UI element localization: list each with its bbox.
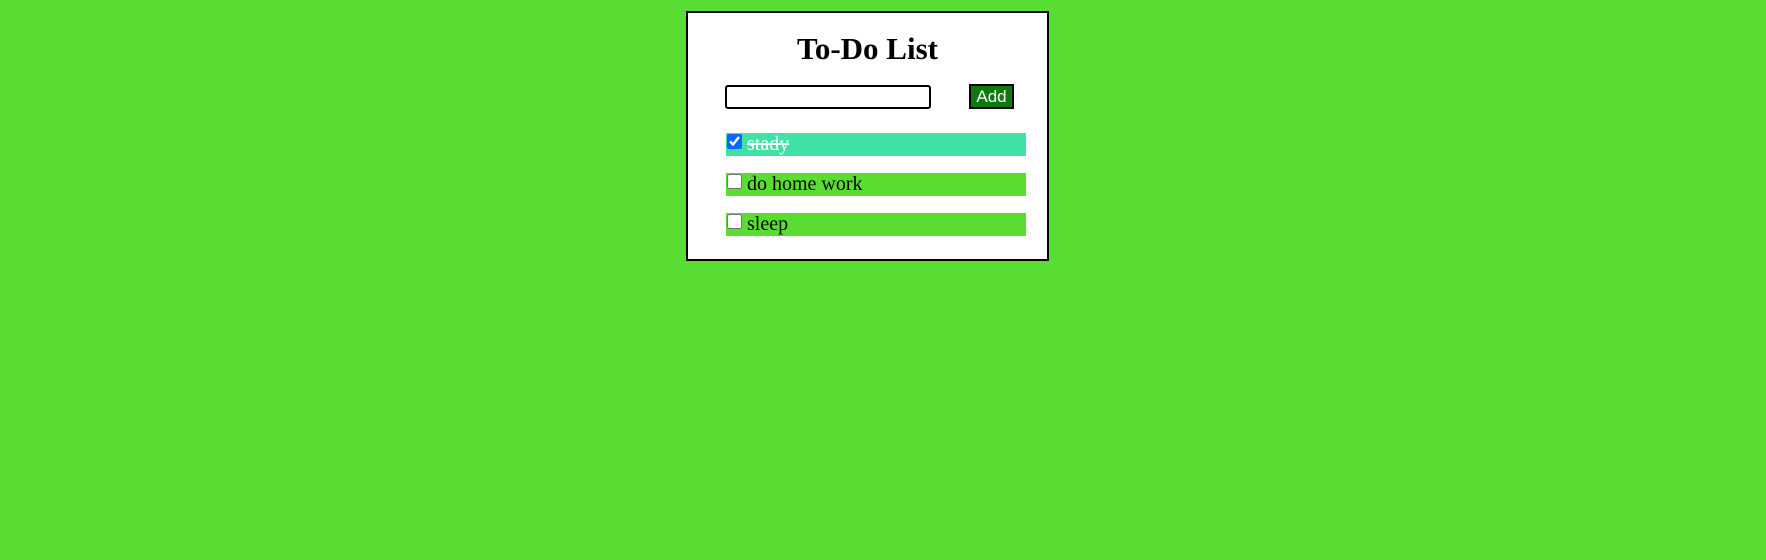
todo-label: sleep [747,213,789,235]
todo-item: sleep [726,213,1026,236]
todo-label: do home work [747,173,863,195]
todo-label: stady [747,133,790,155]
todo-item: do home work [726,173,1026,196]
todo-card: To-Do List Add stady do home work sleep [686,11,1049,261]
todo-checkbox[interactable] [727,214,742,229]
todo-checkbox[interactable] [727,174,742,189]
todo-item: stady [726,133,1026,156]
new-task-input[interactable] [725,85,931,109]
todo-checkbox[interactable] [727,134,742,149]
todo-list: stady do home work sleep [726,133,1026,253]
add-button[interactable]: Add [969,84,1014,109]
page-title: To-Do List [797,31,938,66]
